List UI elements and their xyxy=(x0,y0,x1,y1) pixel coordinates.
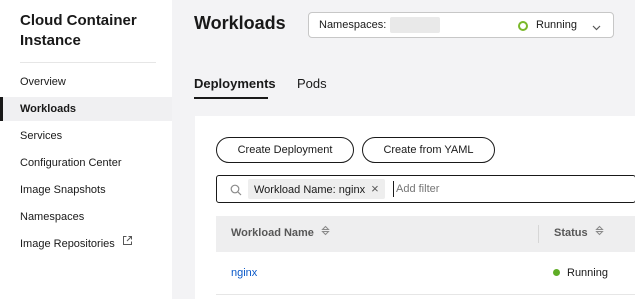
column-header-label: Workload Name xyxy=(231,227,314,239)
sidebar-item-image-snapshots[interactable]: Image Snapshots xyxy=(0,178,172,202)
filter-bar[interactable]: Workload Name: nginx × xyxy=(216,175,635,203)
workload-name-link[interactable]: nginx xyxy=(231,267,257,279)
filter-chip: Workload Name: nginx × xyxy=(248,179,385,199)
active-tab-indicator xyxy=(194,97,268,99)
status-dot-icon xyxy=(553,269,560,276)
table-row-divider xyxy=(216,294,635,295)
column-header-workload-name[interactable]: Workload Name xyxy=(231,225,330,239)
sidebar-item-configuration-center[interactable]: Configuration Center xyxy=(0,151,172,175)
tab-deployments[interactable]: Deployments xyxy=(194,76,276,91)
sidebar-divider xyxy=(20,62,156,63)
app-title: Cloud Container Instance xyxy=(20,12,137,49)
column-header-status[interactable]: Status xyxy=(554,225,604,239)
sidebar-item-image-repositories[interactable]: Image Repositories xyxy=(0,232,172,256)
tab-pods[interactable]: Pods xyxy=(297,76,327,91)
page-title: Workloads xyxy=(194,13,286,33)
sidebar: Cloud Container Instance Overview Worklo… xyxy=(0,0,172,299)
column-divider xyxy=(538,225,539,243)
search-icon xyxy=(230,183,242,201)
chevron-down-icon xyxy=(591,20,602,38)
namespace-select[interactable]: Namespaces: Running xyxy=(308,12,614,38)
column-header-label: Status xyxy=(554,227,588,239)
filter-input[interactable] xyxy=(393,181,593,197)
sort-icon xyxy=(594,225,604,239)
sidebar-item-namespaces[interactable]: Namespaces xyxy=(0,205,172,229)
namespace-label: Namespaces: xyxy=(319,19,387,31)
status-ring-icon xyxy=(518,21,528,31)
sort-icon xyxy=(321,225,330,239)
external-link-icon xyxy=(122,231,133,255)
create-from-yaml-button[interactable]: Create from YAML xyxy=(362,137,495,163)
filter-chip-label: Workload Name: nginx xyxy=(254,184,366,196)
sidebar-item-label: Image Repositories xyxy=(20,238,115,250)
table-header: Workload Name Status xyxy=(216,216,635,252)
close-icon[interactable]: × xyxy=(371,179,379,199)
create-deployment-button[interactable]: Create Deployment xyxy=(216,137,354,163)
sidebar-item-services[interactable]: Services xyxy=(0,124,172,148)
workload-status: Running xyxy=(567,267,608,279)
namespace-value xyxy=(390,17,440,33)
namespace-status: Running xyxy=(536,19,577,31)
sidebar-item-workloads[interactable]: Workloads xyxy=(0,97,172,121)
sidebar-item-overview[interactable]: Overview xyxy=(0,70,172,94)
